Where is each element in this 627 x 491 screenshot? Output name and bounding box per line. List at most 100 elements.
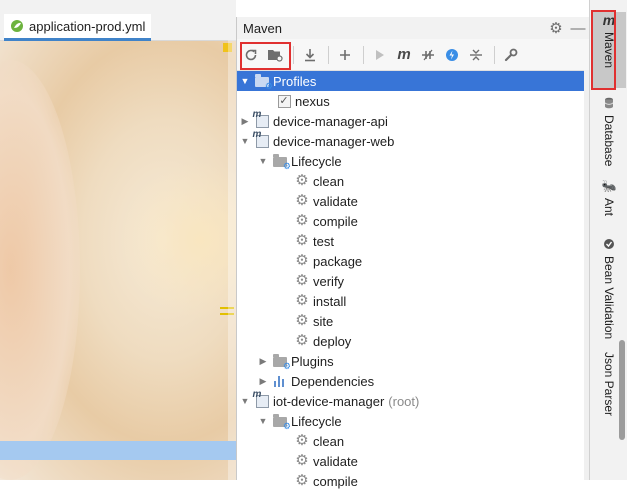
highlight-box (591, 10, 616, 90)
tree-node-label: Lifecycle (291, 153, 342, 169)
maven-module-icon (253, 109, 270, 129)
gear-icon: ⚙ (295, 452, 309, 469)
tree-node-goal[interactable]: ⚙ clean (237, 431, 589, 451)
editor-tab-label: application-prod.yml (29, 18, 146, 34)
tree-node-label: test (313, 233, 334, 249)
tree-node-goal[interactable]: ⚙ deploy (237, 331, 589, 351)
root-suffix: (root) (388, 393, 420, 409)
tree-node-label: install (313, 293, 347, 309)
tree-node-goal[interactable]: ⚙ verify (237, 271, 589, 291)
minimize-icon[interactable]: — (569, 19, 587, 37)
dependencies-folder-icon (272, 373, 288, 389)
tree-node-label: verify (313, 273, 345, 289)
tree-node-goal[interactable]: ⚙ test (237, 231, 589, 251)
tool-tab-bean-validation[interactable]: Bean Validation (592, 236, 626, 344)
collapse-all-icon[interactable] (465, 44, 487, 66)
tree-node-label: site (313, 313, 334, 329)
maven-panel-header: Maven ⚙ — (237, 17, 589, 39)
run-icon[interactable] (369, 44, 391, 66)
profiles-folder-icon: ⚙ (254, 73, 273, 91)
tree-node-label: clean (313, 433, 345, 449)
collapse-arrow-icon[interactable]: ▶ (239, 116, 251, 127)
toolbar-separator (494, 45, 495, 64)
maven-tree: ▼ ⚙ Profiles ✓ nexus ▶ device-manager-ap… (237, 71, 589, 491)
tree-node-label: package (313, 253, 363, 269)
tree-node-goal[interactable]: ⚙ validate (237, 451, 589, 471)
tool-tab-ant[interactable]: 🐜 Ant (592, 178, 626, 223)
gear-icon: ⚙ (295, 172, 309, 189)
tree-node-dependencies[interactable]: ▶ Dependencies (237, 371, 589, 391)
tree-node-goal[interactable]: ⚙ compile (237, 471, 589, 491)
maven-module-icon (253, 129, 270, 149)
editor-tab[interactable]: application-prod.yml (4, 14, 152, 41)
tool-window-strip: m Maven Database 🐜 Ant Bean Validation J… (589, 0, 627, 480)
skip-tests-icon[interactable] (441, 44, 463, 66)
tree-node-label: validate (313, 453, 358, 469)
toolbar-separator (328, 45, 329, 64)
editor-selected-line (0, 441, 236, 460)
checkbox-icon[interactable]: ✓ (276, 93, 292, 109)
editor-background (0, 60, 80, 480)
tree-node-label: validate (313, 193, 358, 209)
tree-node-module[interactable]: ▼ device-manager-web (237, 129, 589, 151)
tool-tab-label: Database (602, 115, 616, 167)
gear-icon: ⚙ (295, 312, 309, 329)
tree-node-label: Dependencies (291, 373, 375, 389)
maven-toolbar: m (237, 39, 589, 71)
add-icon[interactable] (334, 44, 356, 66)
ant-icon: 🐜 (601, 179, 617, 193)
expand-arrow-icon[interactable]: ▼ (239, 396, 251, 406)
tree-node-goal[interactable]: ⚙ package (237, 251, 589, 271)
plugins-folder-icon: ⚙ (272, 353, 291, 371)
reload-icon[interactable] (240, 44, 262, 66)
tree-node-lifecycle[interactable]: ▼ ⚙ Lifecycle (237, 411, 589, 431)
tree-node-goal[interactable]: ⚙ compile (237, 211, 589, 231)
tree-node-goal[interactable]: ⚙ validate (237, 191, 589, 211)
collapse-arrow-icon[interactable]: ▶ (257, 356, 269, 367)
tree-node-plugins[interactable]: ▶ ⚙ Plugins (237, 351, 589, 371)
spring-leaf-icon (10, 19, 24, 33)
maven-panel: Maven ⚙ — m ▼ ⚙ Profiles ✓ nexus ▶ m dev… (236, 17, 589, 489)
gear-icon: ⚙ (295, 252, 309, 269)
strip-scrollbar-thumb[interactable] (619, 340, 625, 440)
tree-node-profile[interactable]: ✓ nexus (237, 91, 589, 111)
folder-sync-icon[interactable] (264, 44, 286, 66)
tree-node-label: Lifecycle (291, 413, 342, 429)
tree-node-profiles[interactable]: ▼ ⚙ Profiles (237, 71, 589, 91)
gear-icon: ⚙ (295, 232, 309, 249)
tree-node-lifecycle[interactable]: ▼ ⚙ Lifecycle (237, 151, 589, 171)
tree-node-module[interactable]: ▶ device-manager-api (237, 109, 589, 131)
maven-goal-icon[interactable]: m (393, 44, 415, 66)
bean-validation-icon (601, 236, 617, 252)
expand-arrow-icon[interactable]: ▼ (239, 76, 251, 86)
tool-tab-label: Json Parser (602, 352, 616, 417)
expand-arrow-icon[interactable]: ▼ (257, 416, 269, 426)
gear-icon: ⚙ (295, 472, 309, 489)
gear-icon: ⚙ (295, 292, 309, 309)
tool-tab-label: Bean Validation (602, 256, 616, 340)
tree-node-label: Plugins (291, 353, 334, 369)
tree-node-label: device-manager-api (273, 113, 388, 129)
tree-node-goal[interactable]: ⚙ clean (237, 171, 589, 191)
maven-module-icon (253, 389, 270, 409)
settings-wrench-icon[interactable] (500, 44, 522, 66)
tree-node-label: device-manager-web (273, 133, 395, 149)
gear-icon[interactable]: ⚙ (547, 19, 565, 37)
tool-tab-database[interactable]: Database (592, 95, 626, 170)
download-icon[interactable] (299, 44, 321, 66)
database-icon (601, 95, 617, 111)
editor-area: application-prod.yml (0, 0, 236, 480)
tree-node-goal[interactable]: ⚙ site (237, 311, 589, 331)
collapse-arrow-icon[interactable]: ▶ (257, 376, 269, 387)
expand-arrow-icon[interactable]: ▼ (239, 136, 251, 146)
gear-icon: ⚙ (295, 212, 309, 229)
gear-icon: ⚙ (295, 432, 309, 449)
tree-node-goal[interactable]: ⚙ install (237, 291, 589, 311)
toggle-offline-icon[interactable] (417, 44, 439, 66)
gear-icon: ⚙ (295, 192, 309, 209)
tree-node-label: nexus (295, 93, 330, 109)
tree-node-label: clean (313, 173, 345, 189)
expand-arrow-icon[interactable]: ▼ (257, 156, 269, 166)
gear-icon: ⚙ (295, 332, 309, 349)
tree-node-module[interactable]: ▼ iot-device-manager (root) (237, 389, 589, 411)
